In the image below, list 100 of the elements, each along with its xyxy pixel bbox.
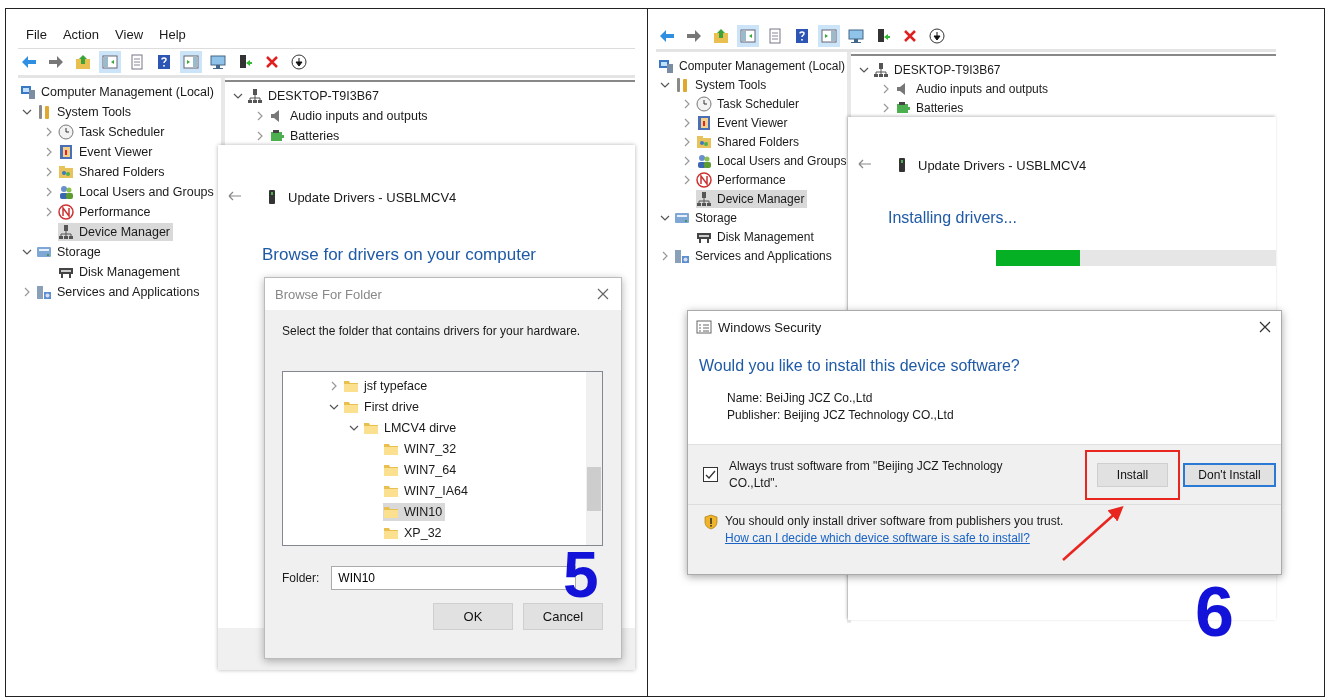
checkbox-label: Always trust software from "Beijing JCZ Technology CO.,Ltd".: [729, 457, 1004, 492]
tree-item[interactable]: LMCV4 dirve: [363, 418, 460, 437]
clock-icon: [696, 95, 712, 112]
tree-item[interactable]: Storage: [36, 243, 104, 261]
close-icon[interactable]: [1259, 321, 1271, 333]
tools-icon: [674, 76, 690, 93]
help-link[interactable]: How can I decide which device software is safe to install?: [725, 531, 1064, 545]
forward-arrow-icon: [48, 54, 64, 70]
pane-icon: [183, 54, 199, 70]
tree-item[interactable]: WIN7_IA64: [383, 481, 471, 500]
folder-up-icon: [713, 28, 729, 44]
tree-item[interactable]: Computer Management (Local): [658, 56, 849, 75]
tree-item[interactable]: Storage: [674, 208, 741, 227]
checkbox[interactable]: [703, 467, 718, 482]
tree-item[interactable]: WIN7_64: [383, 460, 460, 479]
warning-text: You should only install driver software from publishers you trust.: [725, 514, 1064, 528]
delete-icon: [902, 28, 918, 44]
back-arrow-icon: [659, 28, 675, 44]
tree-item[interactable]: Audio inputs and outputs: [895, 79, 1052, 98]
forward-arrow-icon: [686, 28, 702, 44]
battery-icon: [895, 99, 911, 116]
tree-item[interactable]: Disk Management: [696, 227, 817, 246]
tree-item[interactable]: Task Scheduler: [696, 94, 803, 113]
tree-item[interactable]: Audio inputs and outputs: [269, 107, 431, 125]
dialog-button[interactable]: OK: [433, 603, 513, 630]
tree-item[interactable]: Performance: [58, 203, 154, 221]
publisher-text: Publisher: Beijing JCZ Technology CO.,Ltd: [727, 408, 955, 422]
download-icon: [929, 28, 945, 44]
tree-item[interactable]: Batteries: [895, 98, 967, 117]
dialog-heading: Would you like to install this device software?: [699, 357, 1021, 375]
tree-item[interactable]: Disk Management: [58, 263, 183, 281]
tree-item[interactable]: Services and Applications: [674, 246, 835, 265]
pane-icon: [821, 28, 837, 44]
services-icon: [36, 284, 52, 300]
notebook-icon: [696, 114, 712, 131]
services-icon: [674, 247, 690, 264]
tree-item[interactable]: DESKTOP-T9I3B67: [247, 87, 382, 105]
users-icon: [58, 184, 74, 200]
delete-icon: [264, 54, 280, 70]
scrollbar-thumb[interactable]: [587, 467, 601, 511]
tree-item[interactable]: XP_32: [383, 523, 445, 542]
tree-item[interactable]: System Tools: [36, 103, 135, 121]
tools-icon: [36, 104, 52, 120]
storage-icon: [36, 244, 52, 260]
dialog-title: Browse For Folder: [275, 286, 382, 302]
document-icon: [767, 28, 783, 44]
clock-icon: [58, 124, 74, 140]
tree-item[interactable]: Batteries: [269, 127, 343, 145]
checkmark-icon: [704, 468, 717, 481]
scrollbar[interactable]: [586, 372, 602, 545]
tree-item[interactable]: Services and Applications: [36, 283, 203, 301]
pane-icon: [102, 54, 118, 70]
tree-item[interactable]: System Tools: [674, 75, 770, 94]
computer-icon: [20, 84, 36, 100]
back-arrow-icon: [21, 54, 37, 70]
tree-item[interactable]: Device Manager: [696, 189, 808, 208]
tree-item[interactable]: DESKTOP-T9I3B67: [873, 60, 1004, 79]
network-icon: [247, 88, 263, 104]
tree-item[interactable]: Computer Management (Local): [20, 83, 217, 101]
dialog-title: Windows Security: [718, 319, 823, 335]
tree-item[interactable]: Event Viewer: [58, 143, 156, 161]
back-arrow-icon[interactable]: [228, 189, 242, 202]
toolbar-button[interactable]: [926, 25, 948, 47]
driver-update-icon: [875, 28, 891, 44]
menu-item[interactable]: File: [20, 26, 53, 42]
dialog-button[interactable]: Don't Install: [1183, 462, 1276, 487]
dialog-button[interactable]: Cancel: [523, 603, 603, 630]
help-icon: [156, 54, 172, 70]
wizard-title: Update Drivers - USBLMCV4: [918, 157, 1087, 173]
tree-item[interactable]: Shared Folders: [696, 132, 803, 151]
wizard-heading: Browse for drivers on your computer: [262, 245, 537, 265]
tree-item[interactable]: Event Viewer: [696, 113, 791, 132]
monitor-icon: [848, 28, 864, 44]
tree-item[interactable]: jsf typeface: [343, 376, 431, 395]
field-label: Folder:: [282, 571, 320, 585]
tree-item[interactable]: Shared Folders: [58, 163, 168, 181]
tree-item[interactable]: WIN10: [383, 502, 446, 521]
step-number: 6: [1195, 577, 1234, 647]
menu-item[interactable]: View: [109, 26, 150, 42]
computer-icon: [658, 57, 674, 74]
tree-item[interactable]: Local Users and Groups: [696, 151, 850, 170]
status-text: Installing drivers...: [888, 209, 1018, 227]
tree-item[interactable]: First drive: [343, 397, 422, 416]
window-icon: [696, 319, 712, 335]
tree-item[interactable]: Device Manager: [58, 223, 173, 241]
dialog-button[interactable]: Install: [1097, 462, 1168, 487]
shield-icon: [703, 514, 719, 530]
shared-folder-icon: [696, 133, 712, 150]
toolbar-button[interactable]: [288, 51, 310, 73]
menu-item[interactable]: Help: [153, 26, 192, 42]
battery-icon: [269, 128, 285, 144]
download-icon: [291, 54, 307, 70]
folder-up-icon: [75, 54, 91, 70]
back-arrow-icon[interactable]: [858, 157, 872, 170]
tree-item[interactable]: Performance: [696, 170, 789, 189]
tree-item[interactable]: WIN7_32: [383, 439, 460, 458]
tree-item[interactable]: Task Scheduler: [58, 123, 168, 141]
close-icon[interactable]: [597, 288, 609, 300]
menu-item[interactable]: Action: [56, 26, 106, 42]
tree-item[interactable]: Local Users and Groups: [58, 183, 217, 201]
